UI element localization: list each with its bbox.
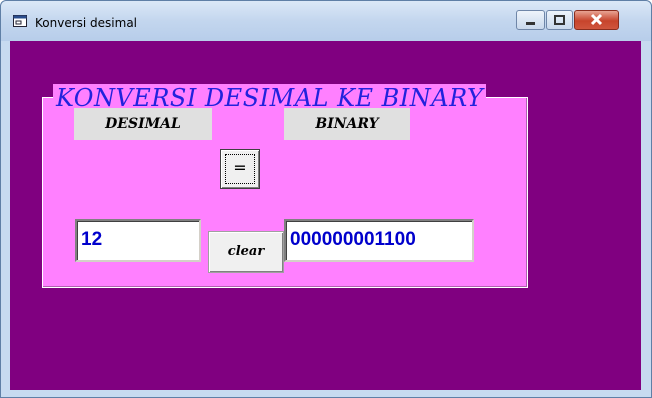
title-bar[interactable]: Konversi desimal <box>1 1 651 41</box>
desimal-input[interactable]: 12 <box>75 219 201 262</box>
close-icon <box>590 13 603 26</box>
focus-rectangle <box>225 154 255 184</box>
maximize-icon <box>554 15 565 25</box>
maximize-button[interactable] <box>546 10 573 30</box>
minimize-icon <box>526 22 535 25</box>
app-window: Konversi desimal KONVERSI DESIMAL KE BIN… <box>0 0 652 398</box>
desimal-label: DESIMAL <box>74 108 212 140</box>
minimize-button[interactable] <box>516 10 545 30</box>
clear-button[interactable]: clear <box>208 231 284 273</box>
app-icon <box>13 15 27 27</box>
binary-output[interactable]: 000000001100 <box>284 219 474 262</box>
binary-label: BINARY <box>284 108 410 140</box>
conversion-frame: KONVERSI DESIMAL KE BINARY DESIMAL BINAR… <box>42 84 528 288</box>
window-title: Konversi desimal <box>35 16 137 30</box>
form-client-area: KONVERSI DESIMAL KE BINARY DESIMAL BINAR… <box>10 41 641 390</box>
close-button[interactable] <box>574 10 619 30</box>
convert-button[interactable]: = <box>220 149 260 189</box>
